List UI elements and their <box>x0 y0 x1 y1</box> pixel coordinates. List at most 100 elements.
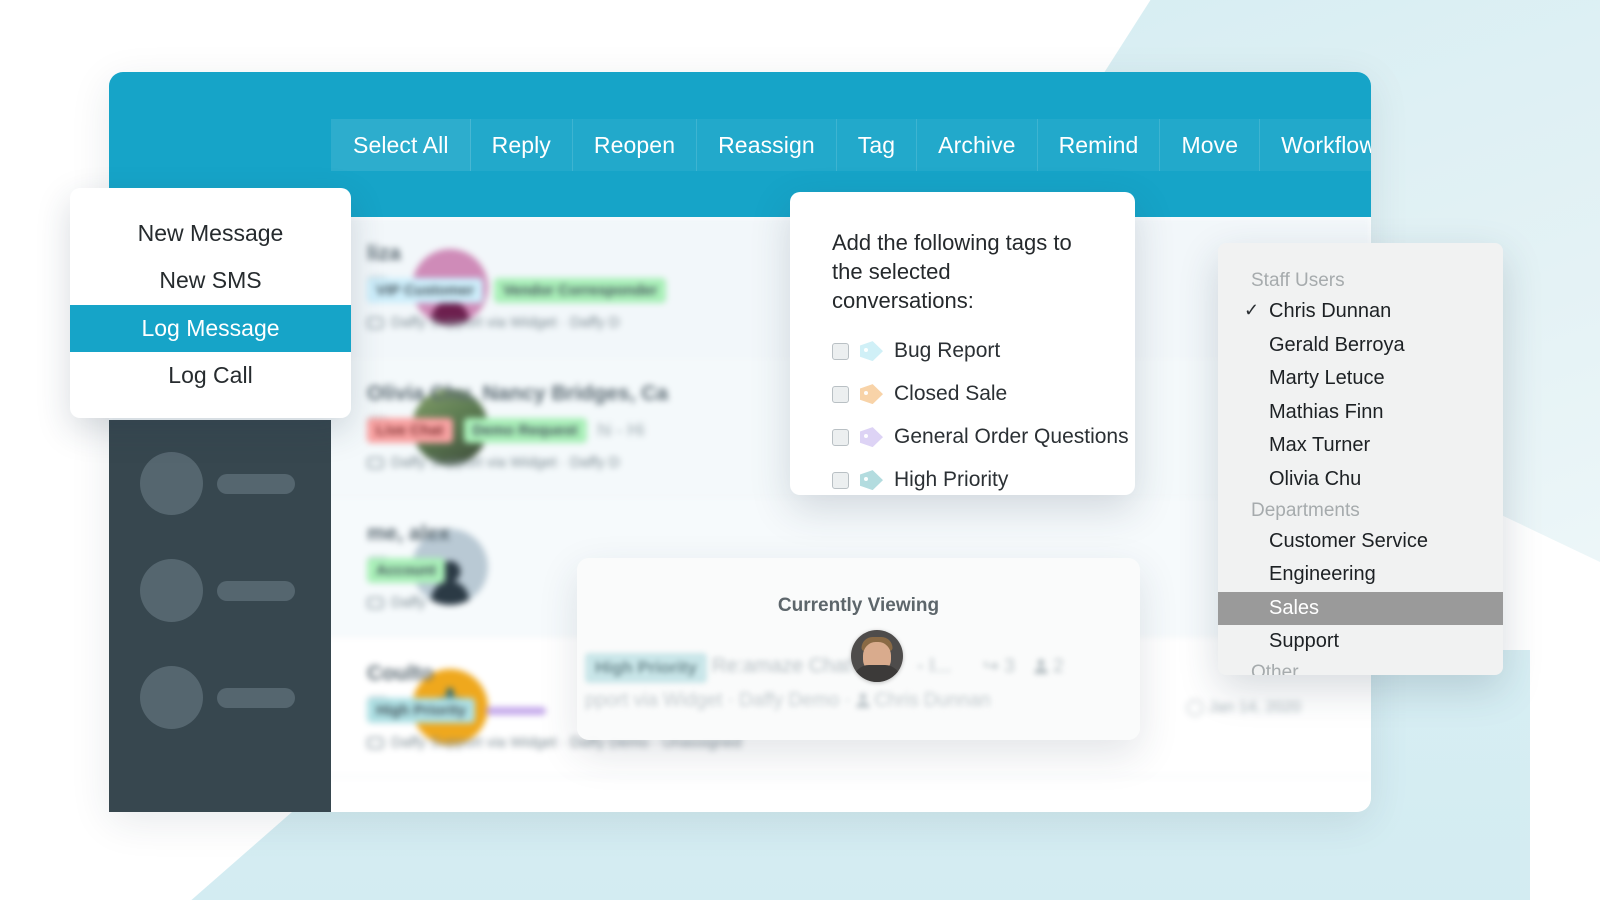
assign-item-label: Engineering <box>1269 563 1376 586</box>
viewing-row-meta: pport via Widget · Daffy Demo · Chris Du… <box>585 690 990 712</box>
menu-item-label: Log Message <box>141 314 280 341</box>
tag-option-high-priority[interactable]: High Priority <box>832 468 1095 492</box>
assign-item-label: Sales <box>1269 596 1320 619</box>
assign-dropdown-panel: Staff Users ✓ Chris Dunnan Gerald Berroy… <box>1218 243 1503 675</box>
tags-panel-prompt: Add the following tags to the selected c… <box>832 230 1072 314</box>
assign-item-label: Customer Service <box>1269 529 1428 552</box>
workflows-label: Workflows <box>1281 131 1371 158</box>
conversation-meta-text: Daffy Support via Widget · Daffy D <box>391 454 620 471</box>
assign-item-marty-letuce[interactable]: Marty Letuce <box>1218 362 1503 396</box>
assign-item-gerald-berroya[interactable]: Gerald Berroya <box>1218 329 1503 363</box>
reply-count: ↩ 3 <box>983 656 1015 677</box>
check-icon: ✓ <box>1244 300 1260 320</box>
menu-item-log-message[interactable]: Log Message <box>70 304 351 352</box>
tag-icon <box>860 341 883 362</box>
conversation-tag <box>486 706 547 715</box>
conversation-tag: High Priority <box>367 698 476 723</box>
viewing-user-avatar <box>851 630 903 682</box>
tag-option-label: Closed Sale <box>894 382 1008 406</box>
conversation-tag: Live Chat <box>367 418 453 443</box>
tag-checkbox[interactable] <box>832 342 849 360</box>
conversation-meta-text: Daffy Support via Widget · Daffy D <box>391 314 620 331</box>
assign-group-header-other: Other <box>1251 661 1299 675</box>
sidebar-placeholder-item[interactable] <box>140 559 295 622</box>
select-all-label: Select All <box>353 131 449 158</box>
assign-item-label: Mathias Finn <box>1269 400 1384 423</box>
navigation-sidebar <box>109 420 331 812</box>
assign-item-chris-dunnan[interactable]: ✓ Chris Dunnan <box>1218 295 1503 329</box>
sidebar-placeholder-item[interactable] <box>140 452 295 515</box>
tag-checkbox[interactable] <box>832 385 849 403</box>
menu-item-label: Log Call <box>168 361 253 388</box>
assign-item-max-turner[interactable]: Max Turner <box>1218 429 1503 463</box>
tag-checkbox[interactable] <box>832 471 849 489</box>
reassign-label: Reassign <box>718 131 815 158</box>
currently-viewing-title: Currently Viewing <box>777 595 940 616</box>
viewing-row-tag: High Priority <box>585 653 708 683</box>
tag-option-label: High Priority <box>894 468 1009 492</box>
person-icon <box>1035 659 1048 674</box>
assign-item-sales[interactable]: Sales <box>1218 591 1503 626</box>
remind-label: Remind <box>1058 131 1139 158</box>
reassign-button[interactable]: Reassign <box>697 119 837 171</box>
assign-item-label: Marty Letuce <box>1269 367 1385 390</box>
menu-item-new-sms[interactable]: New SMS <box>70 257 351 304</box>
menu-item-label: New SMS <box>159 267 262 294</box>
conversation-tag: Account <box>367 558 445 583</box>
tag-checkbox[interactable] <box>832 428 849 446</box>
reopen-label: Reopen <box>593 131 676 158</box>
archive-button[interactable]: Archive <box>917 119 1038 171</box>
tag-option-label: Bug Report <box>894 339 1001 363</box>
assign-group-header-departments: Departments <box>1251 499 1360 521</box>
tag-selection-panel: Add the following tags to the selected c… <box>790 192 1135 495</box>
tag-option-bug-report[interactable]: Bug Report <box>832 339 1095 363</box>
conversation-date: ◯ Jan 14, 2020 <box>1186 697 1301 717</box>
remind-button[interactable]: Remind <box>1037 119 1161 171</box>
sidebar-placeholder-item[interactable] <box>140 666 295 729</box>
workflows-button[interactable]: Workflows <box>1260 119 1371 171</box>
assign-item-mathias-finn[interactable]: Mathias Finn <box>1218 396 1503 430</box>
select-all-button[interactable]: Select All <box>331 119 471 171</box>
sidebar-label-placeholder <box>217 687 295 708</box>
tag-icon <box>860 470 883 491</box>
conversation-tag: VIP Customer <box>367 278 484 303</box>
assign-item-label: Max Turner <box>1269 434 1371 457</box>
menu-item-label: New Message <box>137 220 284 246</box>
inbox-icon <box>367 736 384 749</box>
reply-button[interactable]: Reply <box>470 119 573 171</box>
conversation-tag: Vendor Corresponder <box>494 278 667 303</box>
conversation-snippet: hi - Hi <box>597 420 645 440</box>
menu-item-log-call[interactable]: Log Call <box>70 352 351 399</box>
sidebar-avatar-placeholder <box>140 452 203 515</box>
assign-item-customer-service[interactable]: Customer Service <box>1218 525 1503 559</box>
tag-option-general-order-questions[interactable]: General Order Questions <box>832 425 1129 449</box>
conversation-date-text: Jan 14, 2020 <box>1208 698 1301 716</box>
assign-item-label: Support <box>1269 630 1340 653</box>
people-count: 2 <box>1035 656 1064 678</box>
assign-item-engineering[interactable]: Engineering <box>1218 558 1503 592</box>
inbox-icon <box>367 456 384 469</box>
tag-button[interactable]: Tag <box>836 119 918 171</box>
move-button[interactable]: Move <box>1160 119 1261 171</box>
clock-icon: ◯ <box>1186 698 1205 716</box>
reply-icon: ↩ <box>983 656 999 677</box>
tag-option-closed-sale[interactable]: Closed Sale <box>832 382 1095 406</box>
inbox-icon <box>367 596 384 609</box>
sidebar-avatar-placeholder <box>140 559 203 622</box>
screenshot-root: liza VIP Customer Vendor Corresponder Da… <box>0 0 1600 900</box>
viewing-row-meta-text: pport via Widget · Daffy Demo · <box>585 690 851 711</box>
viewing-row-counts: ↩ 3 2 <box>983 655 1064 678</box>
archive-label: Archive <box>938 131 1016 158</box>
sidebar-avatar-placeholder <box>140 666 203 729</box>
sidebar-label-placeholder <box>217 473 295 494</box>
currently-viewing-panel: Currently Viewing High Priority Re:amaze… <box>577 558 1140 740</box>
assign-item-olivia-chu[interactable]: Olivia Chu <box>1218 463 1503 497</box>
toolbar-button-group: Select All Reply Reopen Reassign Tag Arc… <box>331 119 1371 171</box>
assign-item-label: Olivia Chu <box>1269 467 1362 490</box>
menu-item-new-message[interactable]: New Message <box>70 210 351 257</box>
assign-item-support[interactable]: Support <box>1218 625 1503 659</box>
reply-label: Reply <box>491 131 551 158</box>
reopen-button[interactable]: Reopen <box>572 119 698 171</box>
tag-icon <box>860 384 883 405</box>
tag-label: Tag <box>857 131 896 158</box>
